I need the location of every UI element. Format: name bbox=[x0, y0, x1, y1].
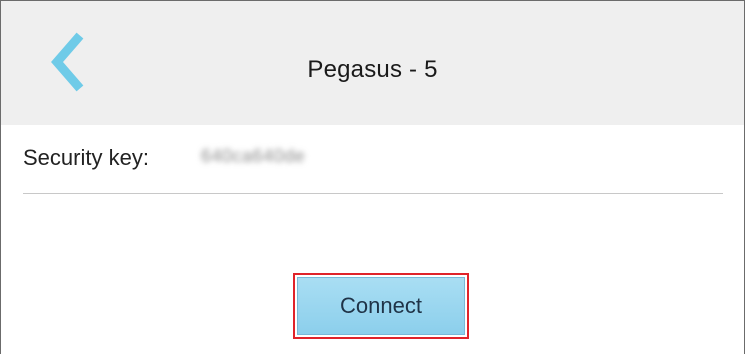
header-bar: Pegasus - 5 bbox=[1, 1, 744, 125]
security-key-value: 640ca640de bbox=[201, 146, 306, 166]
connect-button[interactable]: Connect bbox=[297, 277, 465, 335]
security-key-label: Security key: bbox=[23, 145, 149, 170]
page-title: Pegasus - 5 bbox=[307, 56, 438, 83]
security-key-row: Security key: 640ca640de bbox=[23, 125, 723, 194]
connect-highlight-frame: Connect bbox=[293, 273, 469, 339]
dialog-window: Pegasus - 5 Security key: 640ca640de Con… bbox=[0, 0, 745, 354]
